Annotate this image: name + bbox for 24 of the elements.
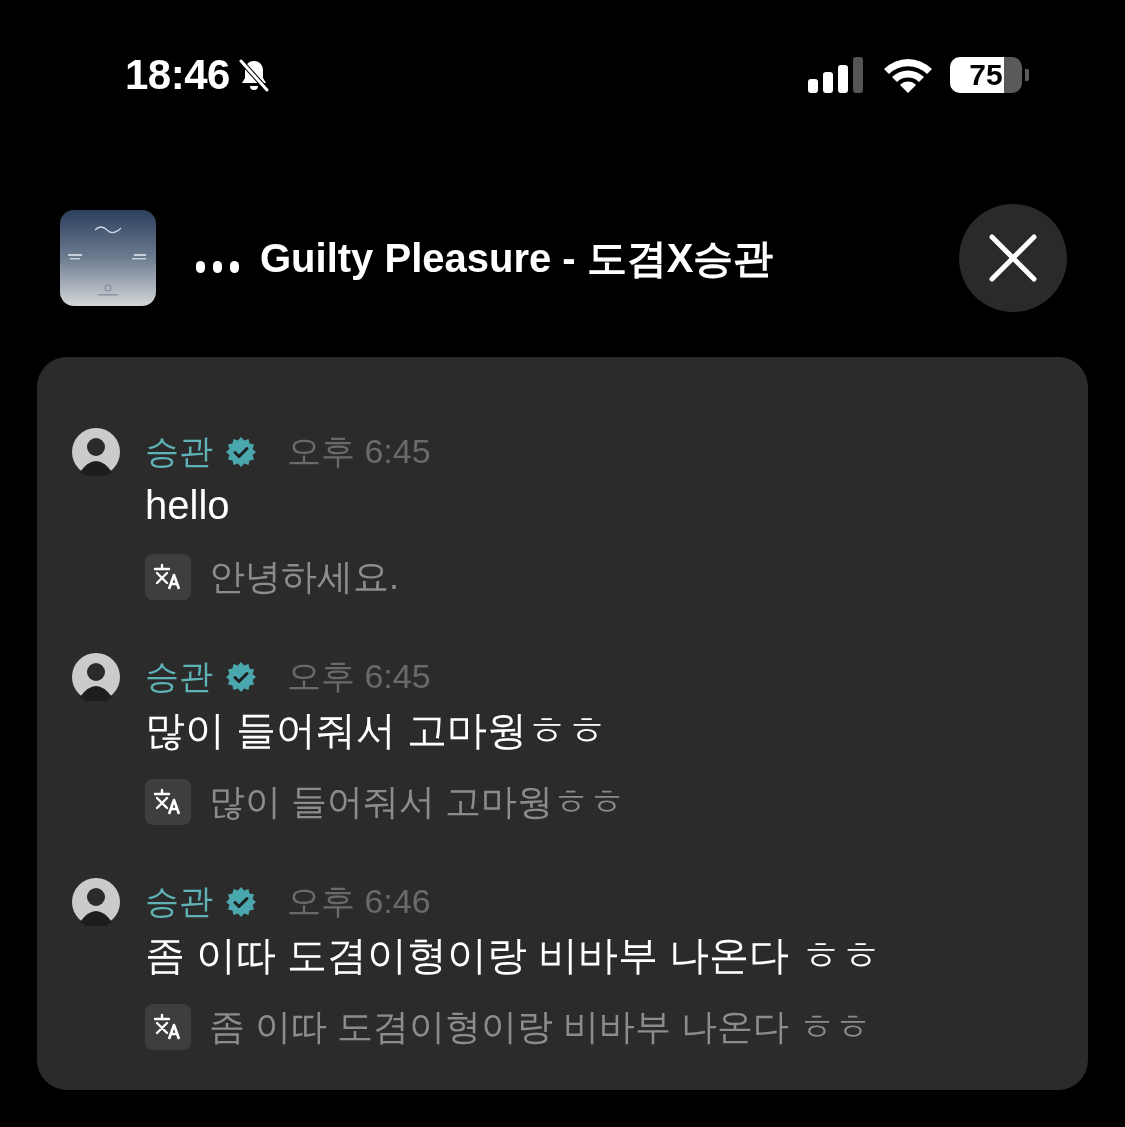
message-text: 많이 들어줘서 고마웡ㅎㅎ (145, 707, 609, 754)
close-icon (988, 233, 1038, 283)
message-time: 오후 6:45 (287, 431, 431, 472)
playing-dots-icon (196, 258, 240, 274)
translated-text: 안녕하세요. (209, 554, 399, 599)
translate-icon[interactable] (145, 1004, 191, 1050)
signal-icon (808, 57, 866, 93)
translate-icon[interactable] (145, 554, 191, 600)
author-name: 승관 (145, 881, 213, 922)
avatar (72, 428, 120, 476)
translate-icon[interactable] (145, 779, 191, 825)
avatar (72, 878, 120, 926)
message-text: 좀 이따 도겸이형이랑 비바부 나온다 ㅎㅎ (145, 932, 882, 979)
translated-text: 많이 들어줘서 고마웡ㅎㅎ (209, 779, 625, 824)
author-name: 승관 (145, 431, 213, 472)
message-time: 오후 6:45 (287, 656, 431, 697)
avatar (72, 653, 120, 701)
status-time: 18:46 (125, 51, 230, 99)
wifi-icon (882, 56, 934, 94)
author-name: 승관 (145, 656, 213, 697)
song-title: Guilty Pleasure - 도겸X승관 (260, 234, 774, 282)
message-time: 오후 6:46 (287, 881, 431, 922)
translated-text: 좀 이따 도겸이형이랑 비바부 나온다 ㅎㅎ (209, 1004, 871, 1049)
message-text: hello (145, 482, 231, 529)
